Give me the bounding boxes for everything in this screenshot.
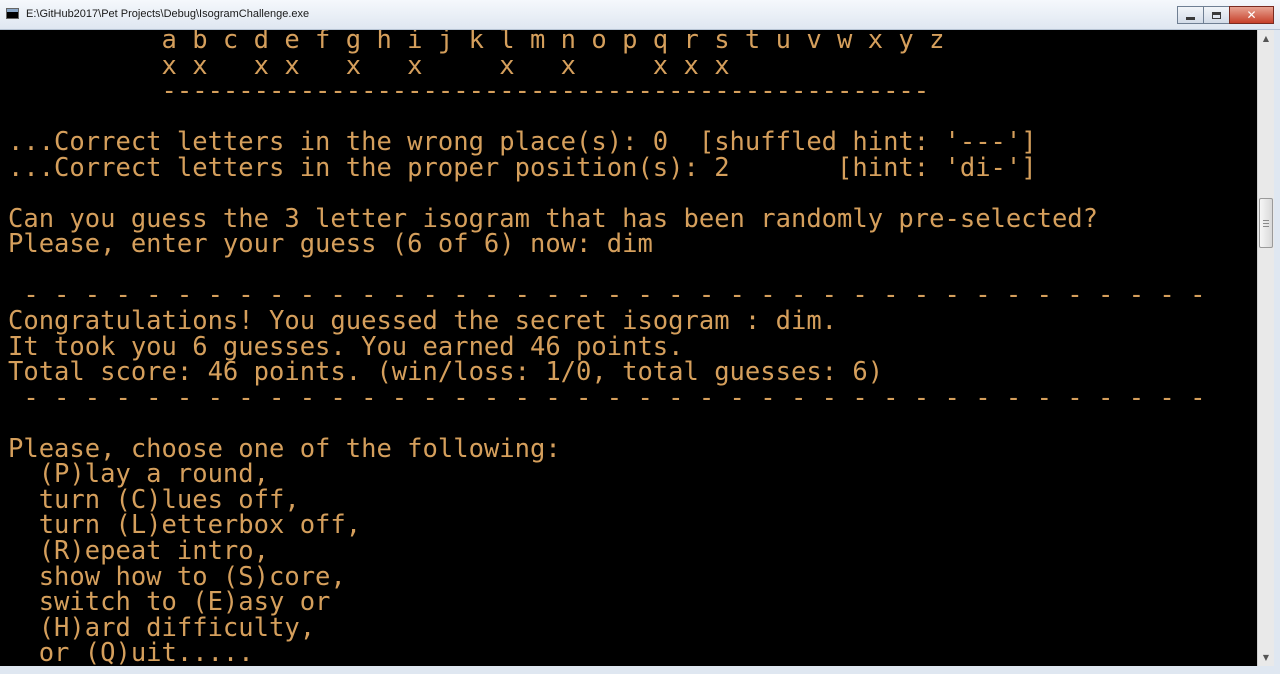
close-button[interactable]: ✕ <box>1229 6 1274 24</box>
letterbox-alphabet-line: a b c d e f g h i j k l m n o p q r s t … <box>8 30 945 55</box>
scroll-down-arrow-icon[interactable]: ▼ <box>1258 649 1274 666</box>
menu-option-easy: switch to (E)asy or <box>8 587 331 617</box>
close-icon: ✕ <box>1246 8 1257 22</box>
separator-line: - - - - - - - - - - - - - - - - - - - - … <box>8 280 1206 310</box>
minimize-button[interactable] <box>1177 6 1204 24</box>
console-app-icon <box>6 8 19 19</box>
guess-prompt-line: Please, enter your guess (6 of 6) now: d… <box>8 229 653 259</box>
letterbox-underline: ----------------------------------------… <box>8 76 930 106</box>
scroll-up-arrow-icon[interactable]: ▲ <box>1258 30 1274 47</box>
menu-option-repeat-intro: (R)epeat intro, <box>8 536 269 566</box>
title-bar[interactable]: E:\GitHub2017\Pet Projects\Debug\Isogram… <box>0 0 1280 30</box>
window-title: E:\GitHub2017\Pet Projects\Debug\Isogram… <box>26 8 310 20</box>
menu-option-letterbox: turn (L)etterbox off, <box>8 510 362 540</box>
minimize-icon <box>1186 16 1195 20</box>
separator-line: - - - - - - - - - - - - - - - - - - - - … <box>8 383 1206 413</box>
thumb-grip <box>1263 220 1269 221</box>
window-controls: ✕ <box>1177 6 1274 24</box>
console-window: E:\GitHub2017\Pet Projects\Debug\Isogram… <box>0 0 1280 674</box>
congratulations-line: Congratulations! You guessed the secret … <box>8 306 838 336</box>
proper-position-line: ...Correct letters in the proper positio… <box>8 153 1037 183</box>
menu-option-quit: or (Q)uit..... <box>8 638 254 668</box>
vertical-scrollbar[interactable]: ▲ ▼ <box>1257 30 1274 666</box>
maximize-icon <box>1212 11 1221 19</box>
window-frame-bottom <box>0 666 1280 674</box>
wrong-place-line: ...Correct letters in the wrong place(s)… <box>8 127 1037 157</box>
console-output[interactable]: a b c d e f g h i j k l m n o p q r s t … <box>8 30 1256 674</box>
scrollbar-thumb[interactable] <box>1259 198 1273 248</box>
total-score-line: Total score: 46 points. (win/loss: 1/0, … <box>8 357 884 387</box>
thumb-grip <box>1263 223 1269 224</box>
thumb-grip <box>1263 226 1269 227</box>
window-frame-right <box>1274 30 1280 674</box>
menu-option-play: (P)lay a round, <box>8 459 269 489</box>
maximize-button[interactable] <box>1203 6 1230 24</box>
